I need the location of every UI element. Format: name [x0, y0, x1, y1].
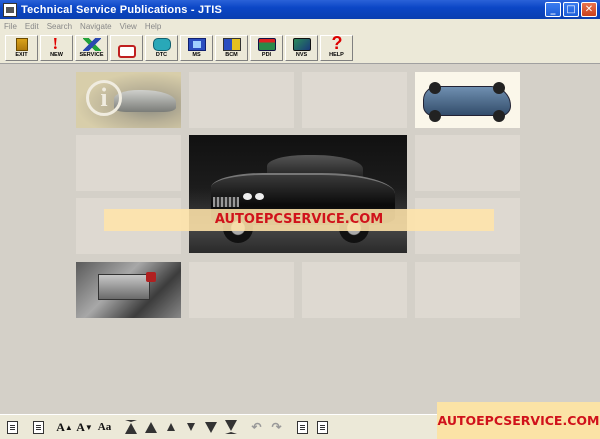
- back-icon: ↶: [251, 419, 262, 434]
- nvs-icon: [292, 38, 311, 51]
- menu-bar: File Edit Search Navigate View Help: [0, 19, 600, 33]
- empty-tile: [189, 72, 294, 128]
- exit-button[interactable]: EXIT: [5, 35, 38, 61]
- nvs-label: NVS: [295, 52, 308, 58]
- line-down-icon: [186, 423, 195, 431]
- print-icon: [7, 420, 18, 434]
- page-up-icon: [144, 421, 157, 433]
- back-button[interactable]: ↶: [247, 418, 266, 436]
- wheel-icon: [493, 110, 505, 122]
- headlamp-icon: [243, 193, 252, 200]
- page-down-icon: [204, 421, 217, 433]
- bcm-button[interactable]: BCM: [215, 35, 248, 61]
- new-icon: [48, 34, 66, 54]
- page-up-button[interactable]: [141, 418, 160, 436]
- ms-icon: [187, 38, 206, 51]
- font-case-icon: Aa: [97, 421, 112, 433]
- document-button[interactable]: [110, 35, 143, 61]
- help-icon: [328, 33, 346, 54]
- help-button[interactable]: HELP: [320, 33, 353, 61]
- last-page-icon: [224, 420, 237, 434]
- wheel-icon: [429, 110, 441, 122]
- font-smaller-icon: A: [76, 419, 85, 434]
- watermark-banner: AUTOEPCSERVICE.COM: [104, 209, 494, 231]
- watermark-corner: AUTOEPCSERVICE.COM: [437, 402, 600, 439]
- service-label: SERVICE: [79, 52, 104, 58]
- print-button[interactable]: [3, 418, 22, 436]
- window-title: Technical Service Publications - JTIS: [21, 3, 222, 16]
- maximize-button[interactable]: □: [563, 2, 579, 17]
- bcm-icon: [222, 38, 241, 51]
- empty-tile: [302, 262, 407, 318]
- service-icon: [82, 38, 101, 51]
- contents-button[interactable]: [293, 418, 312, 436]
- generic-document-icon: [117, 45, 136, 58]
- menu-help[interactable]: Help: [141, 22, 165, 31]
- ms-label: MS: [192, 52, 201, 58]
- empty-tile: [415, 262, 520, 318]
- menu-search[interactable]: Search: [43, 22, 76, 31]
- menu-navigate[interactable]: Navigate: [76, 22, 116, 31]
- engine-photo-tile[interactable]: [76, 262, 181, 318]
- pdi-label: PDI: [261, 52, 272, 58]
- empty-tile: [76, 135, 181, 191]
- empty-tile: [189, 262, 294, 318]
- info-icon: i: [86, 80, 122, 116]
- close-button[interactable]: ✕: [581, 2, 597, 17]
- new-button[interactable]: NEW: [40, 34, 73, 61]
- last-page-button[interactable]: [221, 418, 240, 436]
- app-icon[interactable]: [3, 2, 17, 17]
- minimize-button[interactable]: _: [545, 2, 561, 17]
- engine-block: [98, 274, 150, 300]
- info-photo-tile[interactable]: i: [76, 72, 181, 128]
- font-smaller-button[interactable]: A ▼: [75, 418, 94, 436]
- forward-button[interactable]: ↷: [267, 418, 286, 436]
- title-bar: Technical Service Publications - JTIS _ …: [0, 0, 600, 19]
- hero-car-photo[interactable]: [189, 135, 407, 253]
- copy-icon: [33, 420, 44, 434]
- headlamp-icon: [255, 193, 264, 200]
- wheel-icon: [429, 82, 441, 94]
- pdi-button[interactable]: PDI: [250, 35, 283, 61]
- car-illustration: [114, 90, 176, 112]
- nvs-button[interactable]: NVS: [285, 35, 318, 61]
- contents-icon: [297, 420, 308, 434]
- menu-file[interactable]: File: [0, 22, 21, 31]
- copy-button[interactable]: [29, 418, 48, 436]
- page-down-button[interactable]: [201, 418, 220, 436]
- line-up-icon: [166, 423, 175, 431]
- font-case-button[interactable]: Aa: [95, 418, 114, 436]
- chassis-photo-tile[interactable]: [415, 72, 520, 128]
- ms-button[interactable]: MS: [180, 35, 213, 61]
- font-larger-icon: A: [56, 419, 65, 434]
- main-content: i AUTOEPCSERVICE.COM: [0, 64, 600, 414]
- dtc-button[interactable]: DTC: [145, 35, 178, 61]
- main-toolbar: EXIT NEW SERVICE DTC MS BCM PDI NVS HELP: [0, 33, 600, 64]
- line-up-button[interactable]: [161, 418, 180, 436]
- line-down-button[interactable]: [181, 418, 200, 436]
- wheel-icon: [493, 82, 505, 94]
- bcm-label: BCM: [225, 52, 238, 58]
- dtc-icon: [152, 38, 171, 51]
- index-button[interactable]: [313, 418, 332, 436]
- exit-icon: [15, 38, 28, 51]
- menu-edit[interactable]: Edit: [21, 22, 43, 31]
- pdi-icon: [257, 38, 276, 51]
- empty-tile: [302, 72, 407, 128]
- service-button[interactable]: SERVICE: [75, 35, 108, 61]
- forward-icon: ↷: [271, 419, 282, 434]
- engine-cap: [146, 272, 156, 282]
- first-page-button[interactable]: [121, 418, 140, 436]
- font-larger-button[interactable]: A ▲: [55, 418, 74, 436]
- index-icon: [317, 420, 328, 434]
- dtc-label: DTC: [155, 52, 168, 58]
- exit-label: EXIT: [15, 52, 28, 58]
- car-grille: [213, 197, 239, 207]
- menu-view[interactable]: View: [116, 22, 141, 31]
- first-page-icon: [124, 420, 137, 434]
- empty-tile: [415, 135, 520, 191]
